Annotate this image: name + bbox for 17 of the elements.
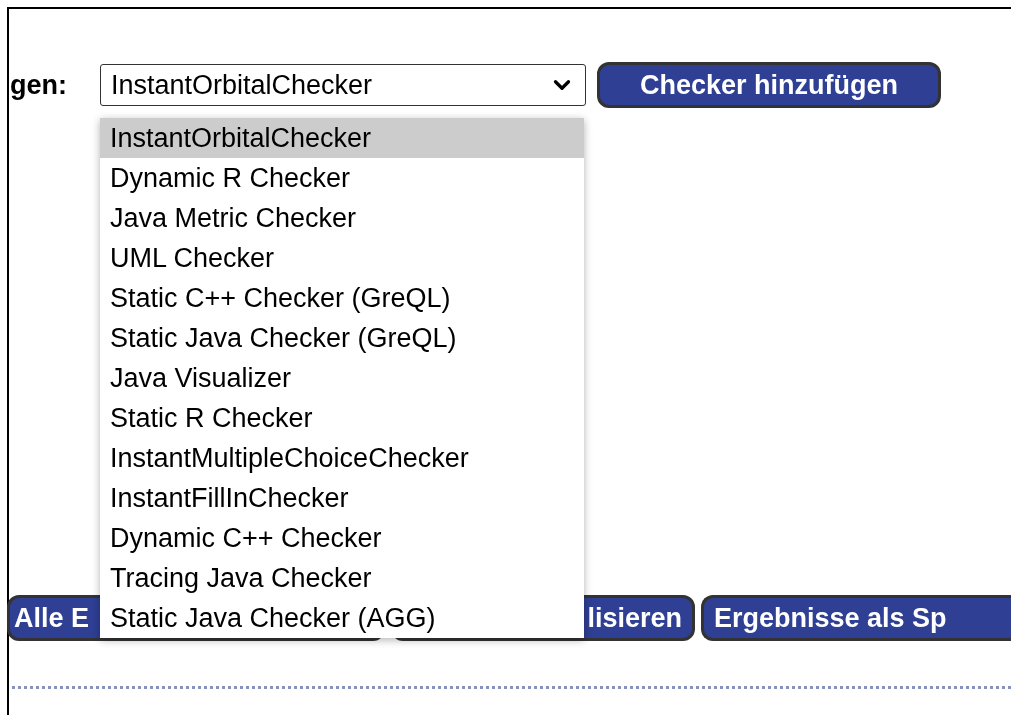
checker-select[interactable]: InstantOrbitalChecker <box>100 64 586 106</box>
dropdown-option[interactable]: Static C++ Checker (GreQL) <box>100 278 584 318</box>
dropdown-option[interactable]: Java Metric Checker <box>100 198 584 238</box>
dropdown-option[interactable]: InstantFillInChecker <box>100 478 584 518</box>
dropdown-option[interactable]: InstantOrbitalChecker <box>100 118 584 158</box>
dropdown-option[interactable]: InstantMultipleChoiceChecker <box>100 438 584 478</box>
dropdown-option[interactable]: Dynamic C++ Checker <box>100 518 584 558</box>
add-checker-button[interactable]: Checker hinzufügen <box>597 62 941 108</box>
dropdown-option[interactable]: Static R Checker <box>100 398 584 438</box>
action-button[interactable]: Ergebnisse als Sp <box>700 595 1011 641</box>
dropdown-option[interactable]: UML Checker <box>100 238 584 278</box>
dropdown-option[interactable]: Java Visualizer <box>100 358 584 398</box>
field-label: gen: <box>10 68 68 102</box>
dropdown-option[interactable]: Dynamic R Checker <box>100 158 584 198</box>
dropdown-option[interactable]: Static Java Checker (GreQL) <box>100 318 584 358</box>
dropdown-option[interactable]: Tracing Java Checker <box>100 558 584 598</box>
dropdown-option[interactable]: Static Java Checker (AGG) <box>100 598 584 638</box>
